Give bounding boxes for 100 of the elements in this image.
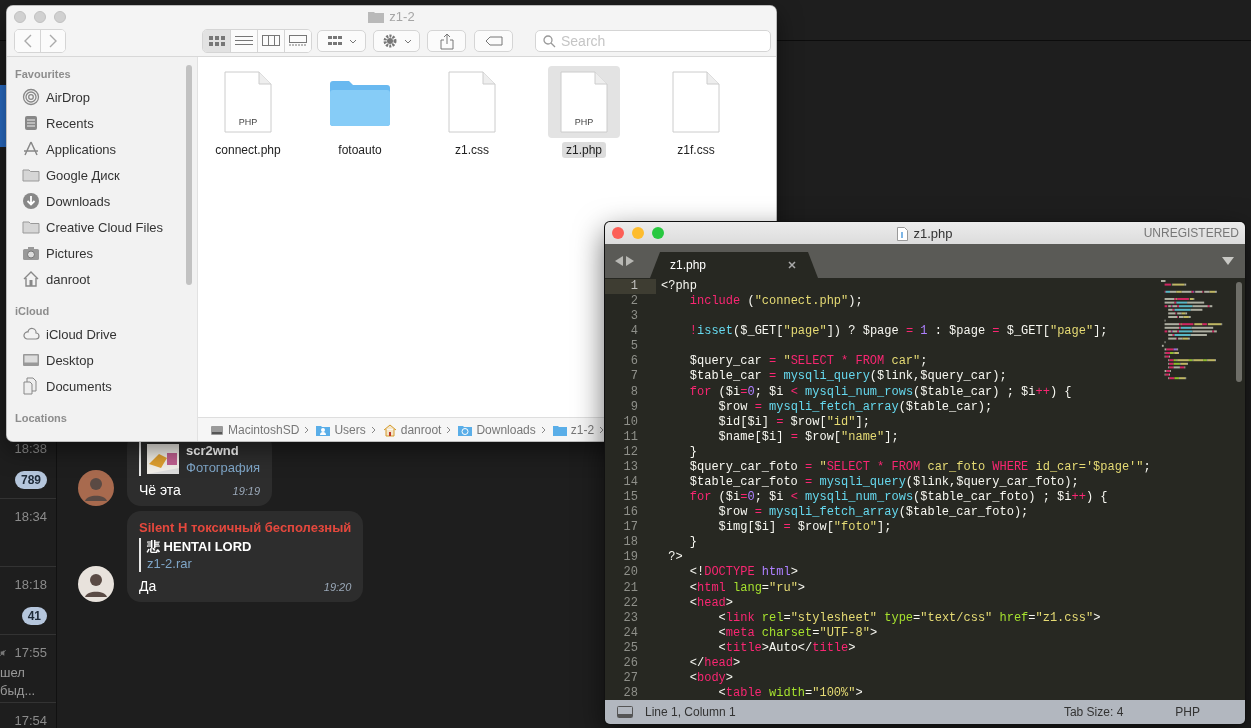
sidebar-item[interactable]: Creative Cloud Files	[7, 214, 197, 240]
code-line: $img[$i] = $row["foto"];	[717, 520, 892, 536]
close-icon[interactable]	[788, 261, 796, 269]
gear-icon	[381, 34, 398, 48]
share-icon	[439, 32, 454, 50]
code-line: <table width="100%">	[717, 686, 863, 700]
document-icon[interactable]: PHP	[560, 71, 608, 133]
window-control[interactable]	[652, 227, 664, 239]
window-title: z1-2	[389, 9, 415, 24]
code-line: <!DOCTYPE html>	[688, 565, 798, 581]
navigation-control[interactable]	[14, 29, 66, 53]
view-switcher[interactable]	[202, 29, 312, 53]
tab-size-button[interactable]: Tab Size: 4	[1063, 705, 1124, 719]
sidebar-item[interactable]: Desktop	[7, 347, 197, 373]
documents-icon	[22, 377, 40, 395]
chevron-icon	[370, 425, 376, 434]
code-line: $query_car = "SELECT * FROM car";	[688, 354, 928, 370]
path-item[interactable]: Downloads	[458, 422, 536, 437]
back-icon[interactable]	[615, 256, 623, 266]
path-item[interactable]: Users	[316, 422, 366, 437]
reply-title: 悲 HENTAI LORD	[147, 538, 252, 555]
home-icon	[382, 422, 397, 437]
syntax-button[interactable]: PHP	[1175, 705, 1200, 719]
message-time: 19:20	[323, 581, 352, 593]
chat-time: 17:55	[14, 645, 47, 660]
line-number: 20	[622, 565, 639, 581]
forward-button[interactable]	[40, 30, 65, 52]
page-drawing	[448, 71, 496, 133]
section-header: iCloud	[14, 304, 51, 319]
home-icon	[22, 270, 40, 288]
document-icon[interactable]	[448, 71, 496, 133]
code-line: <?php	[661, 279, 697, 295]
scrollbar[interactable]	[186, 65, 192, 285]
airdrop-icon	[22, 88, 40, 106]
window-control[interactable]	[14, 11, 26, 23]
sidebar-item[interactable]: iCloud Drive	[7, 321, 197, 347]
tag-button[interactable]	[474, 30, 513, 52]
file-name[interactable]: z1.php	[562, 142, 606, 158]
window-control[interactable]	[54, 11, 66, 23]
sidebar-item[interactable]: AirDrop	[7, 84, 197, 110]
file-name[interactable]: z1.css	[451, 142, 493, 158]
file-name[interactable]: connect.php	[211, 142, 285, 158]
group-button[interactable]	[317, 30, 366, 52]
chat-time: 18:34	[14, 509, 47, 524]
sidebar-item[interactable]: Pictures	[7, 240, 197, 266]
gallery-view-button[interactable]	[284, 30, 311, 52]
code-line: <body>	[688, 671, 734, 687]
folder-icon	[22, 166, 40, 184]
section-header: Locations	[14, 411, 68, 426]
action-button[interactable]	[373, 30, 420, 52]
file-type-label: PHP	[573, 117, 595, 127]
editor-tab[interactable]: z1.php	[650, 252, 818, 278]
document-icon[interactable]: PHP	[224, 71, 272, 133]
avatar	[78, 470, 114, 506]
sidebar-item[interactable]: danroot	[7, 266, 197, 292]
forward-icon[interactable]	[626, 256, 634, 266]
grid-icon	[326, 34, 343, 48]
icon-view-button[interactable]	[203, 30, 230, 52]
file-name[interactable]: z1f.css	[673, 142, 719, 158]
sidebar-item[interactable]: Applications	[7, 136, 197, 162]
line-number: 3	[629, 309, 639, 325]
back-icon	[23, 34, 32, 48]
document-icon[interactable]	[672, 71, 720, 133]
tab-label: z1.php	[670, 258, 707, 272]
path-item[interactable]: MacintoshSD	[210, 422, 300, 437]
window-control[interactable]	[632, 227, 644, 239]
sidebar-item[interactable]: Documents	[7, 373, 197, 399]
line-number: 26	[622, 655, 639, 672]
caret-icon	[348, 38, 357, 44]
file-icon-tile[interactable]: PHP	[548, 66, 620, 138]
code-line: ?>	[667, 550, 683, 566]
chevron-icon	[446, 425, 452, 434]
sidebar-item[interactable]: Recents	[7, 110, 197, 136]
code-line: <title>Auto</title>	[717, 640, 856, 656]
line-number: 17	[622, 520, 639, 536]
line-number: 12	[622, 444, 639, 460]
desktop-icon	[22, 351, 40, 369]
sidebar-item[interactable]: Google Диск	[7, 162, 197, 188]
search-field[interactable]: Search	[535, 30, 771, 52]
line-number: 4	[629, 324, 639, 340]
dropdown-icon[interactable]	[1222, 257, 1234, 265]
code-line: $row = mysqli_fetch_array($table_car);	[717, 399, 993, 415]
reply-quote[interactable]: 悲 HENTAI LORD z1-2.rar	[139, 538, 352, 572]
file-name[interactable]: fotoauto	[334, 142, 386, 158]
code-line: for ($i=0; $i < mysqli_num_rows($table_car_foto) ; $i++) {	[688, 490, 1108, 506]
code-line: $table_car_foto = mysqli_query($link,$query_car_foto);	[688, 475, 1079, 491]
panel-icon[interactable]	[617, 706, 633, 718]
file-icon-tile[interactable]: PHP	[212, 66, 284, 138]
share-button[interactable]	[427, 30, 466, 52]
window-control[interactable]	[34, 11, 46, 23]
folder-icon	[22, 218, 40, 236]
code-line: include ("connect.php");	[688, 294, 863, 310]
message-text: Чё эта	[139, 482, 181, 498]
sidebar-item[interactable]: Downloads	[7, 188, 197, 214]
scrollbar[interactable]	[1236, 282, 1242, 382]
path-item[interactable]: danroot	[382, 422, 442, 437]
line-number: 24	[622, 625, 639, 641]
path-item[interactable]: z1-2	[552, 422, 595, 437]
line-number: 19	[622, 550, 639, 566]
window-control[interactable]	[612, 227, 624, 239]
